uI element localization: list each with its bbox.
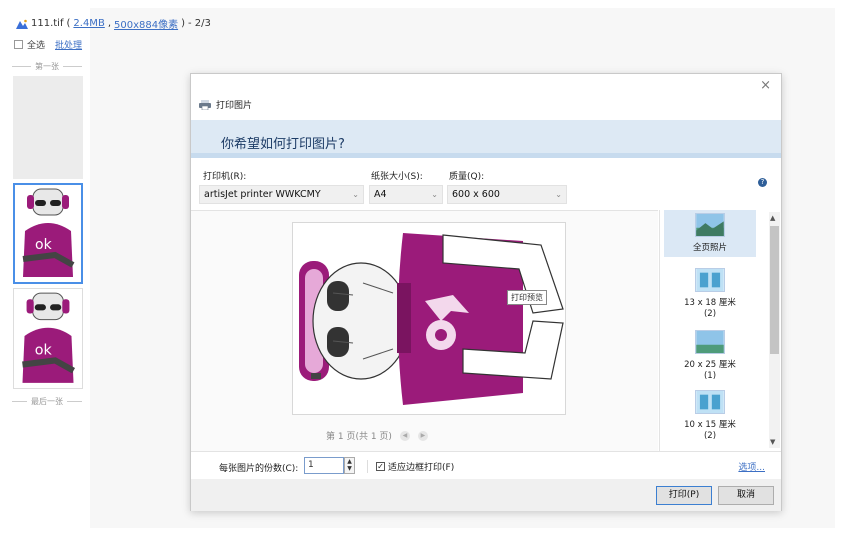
scrollbar-thumb[interactable] [770,226,779,354]
file-name: 111.tif [31,18,64,29]
dialog-footer: 打印(P) 取消 [191,479,781,511]
fit-to-frame-label: 适应边框打印(F) [388,463,455,473]
image-viewer-window: 111.tif (2.4MB , 500x884像素) - 2/3 全选 批处理… [0,0,843,536]
copies-label: 每张图片的份数(C): [219,464,299,474]
printer-label: 打印机(R): [203,172,247,182]
layout-list: 全页照片 13 x 18 厘米 (2) 20 x 25 厘米 (1) 10 x … [659,210,781,451]
selection-row: 全选 批处理 [14,38,82,51]
print-pictures-dialog: × 打印图片 你希望如何打印图片? 打印机(R): 纸张大小(S): 质量(Q)… [190,73,782,511]
page-indicator: 第 1 页(共 1 页) ◀ ▶ [326,429,428,442]
dialog-title: 打印图片 [216,101,253,111]
layout-label: 20 x 25 厘米 [684,360,736,370]
cancel-button[interactable]: 取消 [718,486,774,505]
prev-page-icon[interactable]: ◀ [399,430,410,441]
copies-bar: 每张图片的份数(C): 1 ▲ ▼ ✓ 适应边框打印(F) 选项... [191,451,781,479]
chevron-down-icon: ⌄ [352,190,359,199]
spinner-arrows-icon[interactable]: ▲ ▼ [344,457,355,474]
quality-label: 质量(Q): [449,172,485,182]
options-link[interactable]: 选项... [738,460,765,473]
close-icon[interactable]: × [760,78,771,93]
printer-value: artisJet printer WWKCMY [204,189,321,200]
print-preview-page [292,222,566,415]
quality-select[interactable]: 600 x 600 ⌄ [447,185,567,204]
paper-size-value: A4 [374,189,387,200]
layout-label: 13 x 18 厘米 [684,298,736,308]
image-position: - 2/3 [188,18,211,29]
copies-input[interactable]: 1 [304,457,344,474]
last-image-divider: 最后一张 [12,396,82,407]
chevron-down-icon: ⌄ [555,190,562,199]
fit-to-frame-checkbox[interactable]: ✓ [376,462,385,471]
chevron-down-icon: ⌄ [431,190,438,199]
thumbnail-selected[interactable]: ok [13,183,83,284]
page-info: 第 1 页(共 1 页) [326,432,392,442]
thumbnail[interactable]: ok [13,288,83,389]
printer-icon [199,99,211,110]
layout-13x18[interactable]: 13 x 18 厘米 (2) [664,268,756,320]
help-icon[interactable]: ? [758,178,767,187]
layout-10x15[interactable]: 10 x 15 厘米 (2) [664,390,756,442]
layout-count: (2) [703,309,717,319]
question-heading: 你希望如何打印图片? [221,137,345,152]
landscape-photo-icon [695,330,725,354]
layout-full-page[interactable]: 全页照片 [664,210,756,257]
two-photos-icon [695,390,725,414]
character-thumbnail-image: ok [22,292,76,383]
layout-count: (1) [703,371,717,381]
svg-text:ok: ok [35,237,53,253]
first-image-divider: 第一张 [12,61,82,72]
layout-label: 全页照片 [692,243,727,253]
question-header: 你希望如何打印图片? [191,120,781,158]
app-logo-icon [16,19,28,29]
scroll-up-icon[interactable]: ▲ [770,214,775,222]
layout-label: 10 x 15 厘米 [684,420,736,430]
select-all-checkbox[interactable] [14,40,23,49]
file-info-line: 111.tif (2.4MB , 500x884像素) - 2/3 [16,16,211,31]
rotated-picture-preview [299,233,564,405]
empty-thumbnail-slot [13,76,83,179]
paper-size-select[interactable]: A4 ⌄ [369,185,443,204]
quality-value: 600 x 600 [452,189,500,200]
layout-20x25[interactable]: 20 x 25 厘米 (1) [664,330,756,382]
two-photos-icon [695,268,725,292]
print-button[interactable]: 打印(P) [656,486,712,505]
scroll-down-icon[interactable]: ▼ [770,438,775,446]
paper-size-label: 纸张大小(S): [371,172,423,182]
batch-link[interactable]: 批处理 [55,38,82,51]
select-all-label: 全选 [27,41,46,51]
printer-select[interactable]: artisJet printer WWKCMY ⌄ [199,185,364,204]
svg-text:ok: ok [35,342,53,358]
dimensions-link[interactable]: 500x884像素 [114,16,178,31]
next-page-icon[interactable]: ▶ [417,430,428,441]
layout-scrollbar[interactable]: ▲ ▼ [769,212,780,448]
landscape-photo-icon [695,213,725,237]
dialog-title-bar: 打印图片 [199,98,252,111]
file-size-link[interactable]: 2.4MB [73,18,104,29]
fit-to-frame-option[interactable]: ✓ 适应边框打印(F) [367,460,454,473]
layout-count: (2) [703,431,717,441]
preview-tooltip: 打印预览 [507,290,547,305]
character-thumbnail-image: ok [22,188,75,277]
